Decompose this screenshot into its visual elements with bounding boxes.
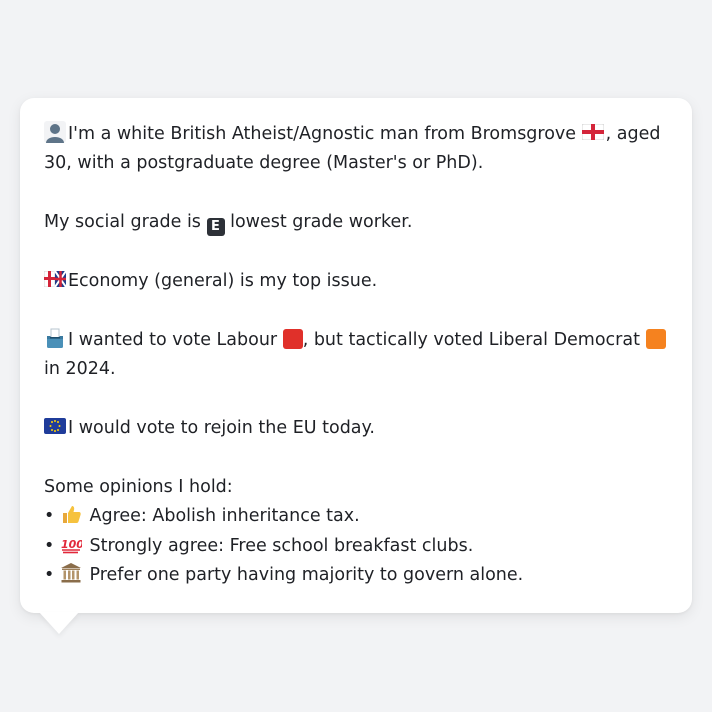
social-grade-paragraph: My social grade is E lowest grade worker… xyxy=(44,208,668,237)
england-flag-icon xyxy=(581,124,604,140)
vote-text-c: in 2024. xyxy=(44,359,116,380)
ballot-box-icon xyxy=(47,328,63,348)
social-text-a: My social grade is xyxy=(44,212,201,233)
top-issue-paragraph: Economy (general) is my top issue. xyxy=(44,267,668,296)
thumbs-up-icon xyxy=(62,506,81,524)
hundred-points-icon: 100 xyxy=(61,538,82,553)
classical-building-icon xyxy=(60,563,81,583)
speech-bubble-tail xyxy=(39,612,79,634)
libdem-orange-square-icon xyxy=(645,328,666,349)
opinion-text: Agree: Abolish inheritance tax. xyxy=(89,506,360,527)
svg-text:100: 100 xyxy=(61,538,82,551)
letter-e-badge-icon: E xyxy=(206,218,225,237)
bullet-dot: • xyxy=(44,565,55,586)
vote-text-a: I wanted to vote Labour xyxy=(68,329,278,350)
eu-text: I would vote to rejoin the EU today. xyxy=(68,418,375,438)
bullet-dot: • xyxy=(44,506,55,527)
opinions-block: Some opinions I hold: • Agree: Abolish i… xyxy=(44,473,668,591)
profile-card: I'm a white British Atheist/Agnostic man… xyxy=(20,98,692,613)
vote-text-b: , but tactically voted Liberal Democrat xyxy=(302,329,640,350)
bullet-dot: • xyxy=(44,535,55,556)
opinion-item: • Prefer one party having majority to go… xyxy=(44,561,668,590)
opinions-heading: Some opinions I hold: xyxy=(44,476,233,497)
person-silhouette-icon xyxy=(44,121,66,143)
opinion-item: • Agree: Abolish inheritance tax. xyxy=(44,502,668,531)
opinion-text: Strongly agree: Free school breakfast cl… xyxy=(89,535,474,556)
eu-paragraph: I would vote to rejoin the EU today. xyxy=(44,414,668,443)
opinion-text: Prefer one party having majority to gove… xyxy=(89,565,524,586)
eu-flag-icon xyxy=(44,418,66,434)
opinion-item: • 100 Strongly agree: Free school breakf… xyxy=(44,532,668,561)
intro-paragraph: I'm a white British Atheist/Agnostic man… xyxy=(44,120,668,179)
vote-paragraph: I wanted to vote Labour , but tactically… xyxy=(44,326,668,385)
issue-text: Economy (general) is my top issue. xyxy=(68,271,378,291)
labour-red-square-icon xyxy=(282,328,303,349)
social-text-b: lowest grade worker. xyxy=(230,212,413,233)
mixed-flag-icon xyxy=(44,271,66,287)
intro-text-a: I'm a white British Atheist/Agnostic man… xyxy=(68,124,577,144)
